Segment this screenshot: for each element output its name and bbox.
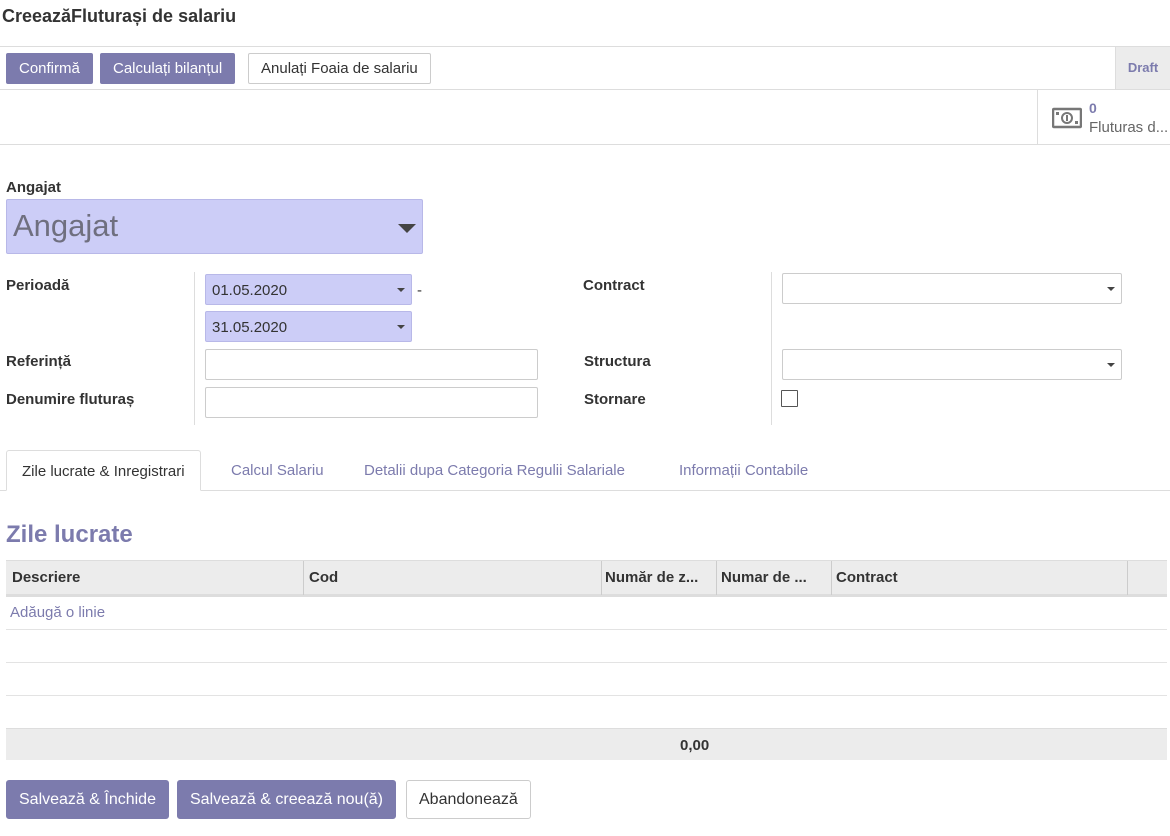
reference-label: Referință [6,353,72,370]
discard-button[interactable]: Abandonează [406,780,531,819]
column-code[interactable]: Cod [303,561,602,595]
field-separator-left [194,272,195,425]
column-contract[interactable]: Contract [830,561,1128,595]
employee-select[interactable]: Angajat [6,199,423,254]
reversal-label: Stornare [584,391,646,408]
column-hours-number[interactable]: Numar de ... [715,561,832,595]
dialog-title: CreeazăFluturași de salariu [2,6,237,26]
row-divider [6,662,1167,663]
row-divider [6,629,1167,630]
payslip-count: 0 [1089,100,1097,116]
contract-select[interactable] [782,273,1122,304]
tab-salary-computation[interactable]: Calcul Salariu [231,450,324,491]
date-from-input[interactable]: 01.05.2020 [205,274,412,305]
structure-select[interactable] [782,349,1122,380]
date-to-value: 31.05.2020 [212,319,288,336]
tab-rule-category-details[interactable]: Detalii dupa Categoria Regulii Salariale [364,450,625,491]
reversal-checkbox[interactable] [781,390,798,407]
status-draft[interactable]: Draft [1115,47,1170,89]
tab-worked-days[interactable]: Zile lucrate & Inregistrari [6,450,201,491]
field-separator-right [771,272,772,425]
cancel-payslip-button[interactable]: Anulați Foaia de salariu [248,53,431,84]
money-bill-icon [1052,107,1082,129]
date-to-input[interactable]: 31.05.2020 [205,311,412,342]
contract-label: Contract [583,277,645,294]
table-footer: 0,00 [6,728,1167,760]
column-days-number[interactable]: Număr de z... [599,561,717,595]
date-separator: - [417,282,422,299]
chevron-down-icon[interactable] [398,224,416,233]
date-from-value: 01.05.2020 [212,282,288,299]
payslip-smart-label: Fluturas d... [1089,119,1169,136]
add-line-link[interactable]: Adăugă o linie [10,604,105,621]
confirm-button[interactable]: Confirmă [6,53,93,84]
column-description[interactable]: Descriere [6,561,304,595]
employee-label: Angajat [6,179,62,196]
chevron-down-icon[interactable] [397,288,405,292]
reference-input[interactable] [205,349,538,380]
period-label: Perioadă [6,277,70,294]
payslip-name-label: Denumire fluturaș [6,391,135,408]
save-close-button[interactable]: Salvează & Închide [6,780,169,819]
table-header: Descriere Cod Număr de z... Numar de ...… [6,560,1167,597]
employee-placeholder: Angajat [13,208,119,243]
statusbar: Confirmă Calculați bilanțul Anulați Foai… [0,46,1170,90]
section-title: Zile lucrate [6,521,133,548]
compute-sheet-button[interactable]: Calculați bilanțul [100,53,236,84]
button-box: 0 Fluturas d... [0,90,1170,145]
save-new-button[interactable]: Salvează & creează nou(ă) [177,780,396,819]
payslip-smart-button[interactable]: 0 Fluturas d... [1037,90,1170,144]
row-divider [6,695,1167,696]
total-value: 0,00 [680,737,710,754]
chevron-down-icon[interactable] [1107,363,1115,367]
chevron-down-icon[interactable] [1107,287,1115,291]
chevron-down-icon[interactable] [397,325,405,329]
tab-accounting-info[interactable]: Informații Contabile [679,450,808,491]
structure-label: Structura [584,353,651,370]
payslip-name-input[interactable] [205,387,538,418]
notebook-tabs: Zile lucrate & Inregistrari Calcul Salar… [0,450,1170,491]
